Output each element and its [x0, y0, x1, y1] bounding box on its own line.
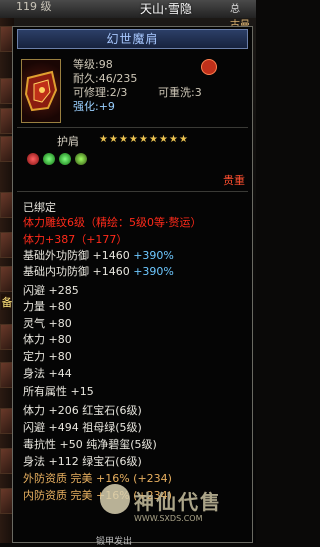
star-icon: ★	[149, 134, 158, 145]
item-durability: 耐久:46/235	[73, 72, 138, 85]
star-icon: ★	[139, 134, 148, 145]
item-rewashable: 可重洗:3	[158, 86, 202, 99]
star-icon: ★	[119, 134, 128, 145]
attribute-line: 灵气 +80	[23, 317, 72, 330]
star-icon: ★	[179, 134, 188, 145]
watermark: 神仙代售 WWW.SXDS.COM	[98, 484, 254, 540]
attribute-line: 身法 +112 绿宝石(6级)	[23, 455, 142, 468]
item-repairable: 可修理:2/3	[73, 86, 128, 99]
star-icon: ★	[159, 134, 168, 145]
star-icon: ★	[99, 134, 108, 145]
item-slot: 护肩	[57, 135, 79, 148]
peridot-gem-icon	[75, 153, 87, 165]
attribute-line: 所有属性 +15	[23, 385, 94, 398]
enhance-label: 强化:	[73, 100, 99, 113]
ruby-gem-icon	[27, 153, 39, 165]
attribute-line: 闪避 +285	[23, 284, 79, 297]
item-grade: 贵重	[223, 174, 245, 187]
attribute-line: 毒抗性 +50 纯净碧玺(5级)	[23, 438, 157, 451]
item-tooltip-panel: 幻世魔肩 等级:98 耐久:46/235 可修理:2/3 可重洗:3 强化:+9…	[12, 26, 253, 543]
attribute-line: 体力+387（+177）	[23, 233, 128, 246]
player-level: 119 级	[16, 0, 52, 13]
divider	[17, 127, 248, 128]
star-icon: ★	[129, 134, 138, 145]
bound-status: 已绑定	[23, 201, 56, 214]
bottom-caption: 锻甲发出	[96, 537, 133, 547]
item-level: 等级:98	[73, 58, 113, 71]
shoulder-armor-icon	[24, 70, 58, 112]
enhance-value: +9	[98, 100, 115, 113]
attribute-line: 基础外功防御 +1460 +390%	[23, 249, 174, 262]
attribute-line: 身法 +44	[23, 367, 72, 380]
watermark-logo-icon	[100, 484, 130, 514]
attribute-line: 定力 +80	[23, 350, 72, 363]
item-name: 幻世魔肩	[106, 32, 159, 46]
item-title-bar: 幻世魔肩	[17, 29, 248, 49]
attribute-line: 体力 +206 红宝石(6级)	[23, 404, 142, 417]
location-name: 天山·雪隐	[140, 2, 192, 16]
tourmaline-gem-icon	[59, 153, 71, 165]
item-enhance: 强化:+9	[73, 101, 115, 113]
watermark-brand: 神仙代售	[134, 490, 222, 514]
star-icon: ★	[109, 134, 118, 145]
corner-label: 总	[230, 4, 240, 15]
attribute-line: 基础内功防御 +1460 +390%	[23, 265, 174, 278]
emerald-gem-icon	[43, 153, 55, 165]
attribute-line: 闪避 +494 祖母绿(5级)	[23, 421, 142, 434]
attribute-line: 力量 +80	[23, 300, 72, 313]
attribute-line: 体力雕纹6级（精绘：5级0等·赘运）	[23, 216, 202, 229]
item-icon	[21, 59, 61, 123]
seal-icon	[201, 59, 217, 75]
star-icon: ★	[169, 134, 178, 145]
divider	[17, 191, 248, 192]
attribute-line: 体力 +80	[23, 333, 72, 346]
watermark-url: WWW.SXDS.COM	[134, 514, 203, 523]
top-status-bar: 119 级 天山·雪隐 总	[0, 0, 256, 18]
